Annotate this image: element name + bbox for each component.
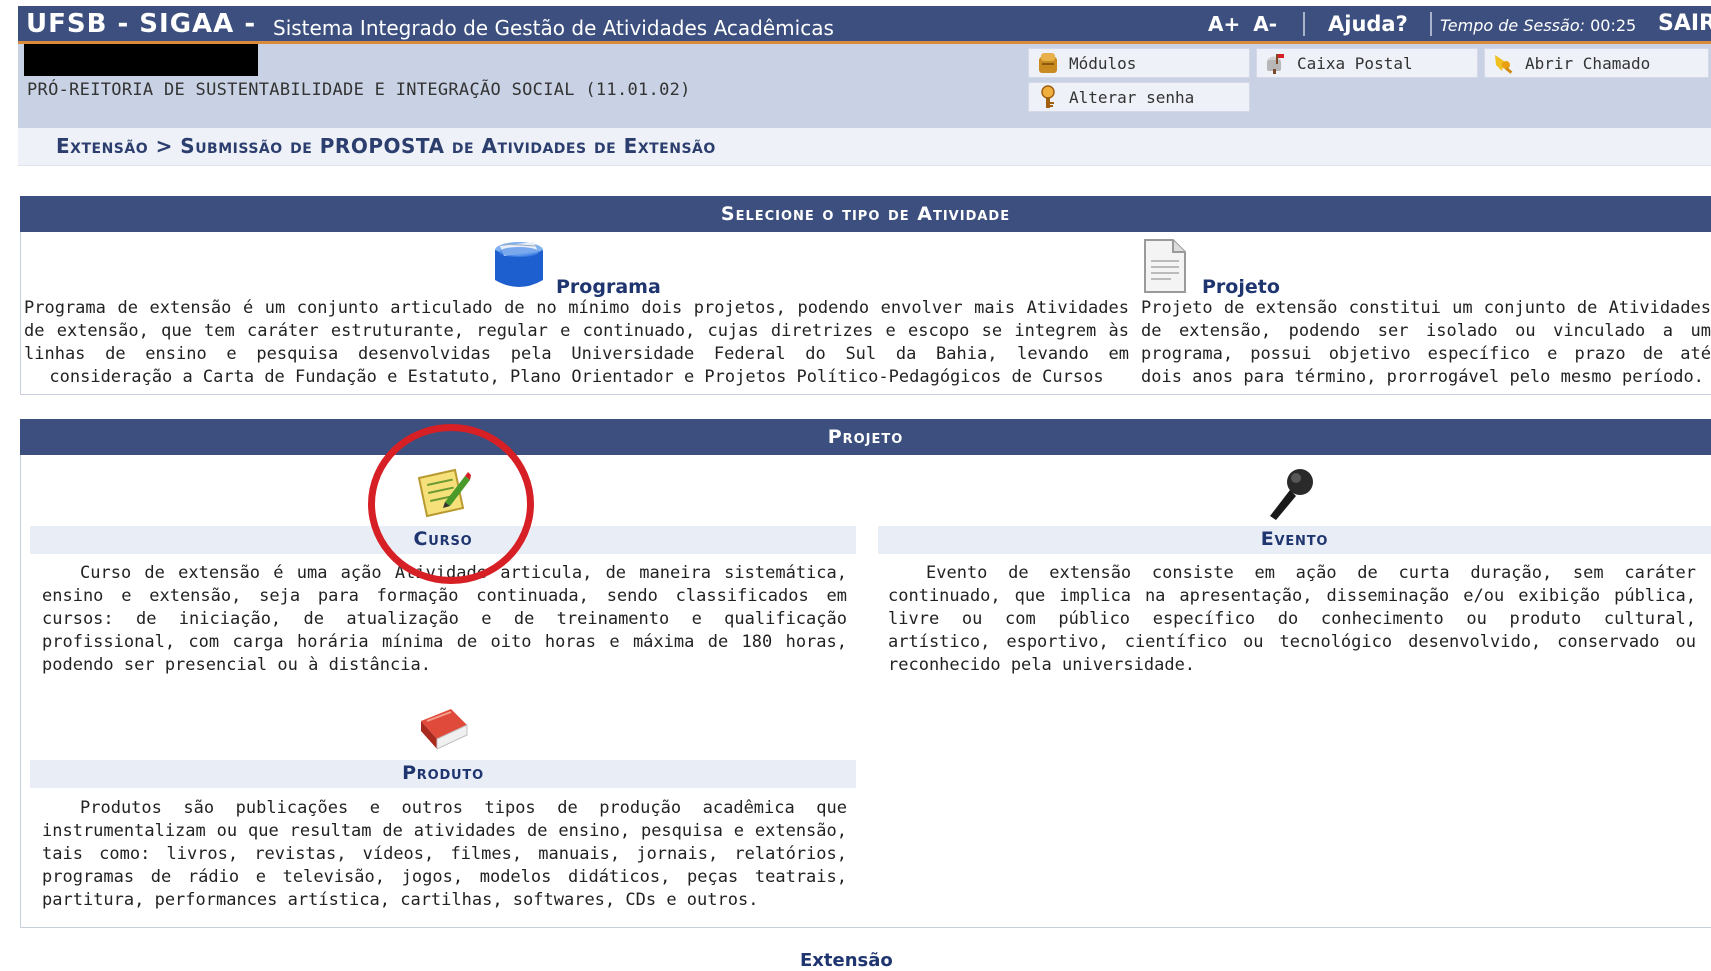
system-brand: UFSB - SIGAA - — [26, 9, 257, 39]
ticket-label: Abrir Chamado — [1525, 53, 1651, 73]
session-label: Tempo de Sessão: — [1440, 16, 1585, 35]
projeto-section-header: Projeto — [20, 419, 1711, 455]
mailbox-button[interactable]: Caixa Postal — [1256, 48, 1478, 78]
font-decrease-button[interactable]: A- — [1253, 12, 1277, 36]
modules-label: Módulos — [1069, 53, 1137, 73]
produto-link[interactable]: Produto — [30, 762, 856, 784]
help-link[interactable]: Ajuda? — [1328, 12, 1408, 36]
extensao-footer-link[interactable]: Extensão — [800, 950, 893, 971]
modules-icon — [1035, 50, 1061, 76]
programa-icon[interactable] — [490, 238, 548, 292]
breadcrumb-text: Extensão > Submissão de PROPOSTA de Ativ… — [56, 134, 716, 158]
curso-icon[interactable] — [415, 468, 471, 520]
evento-link[interactable]: Evento — [878, 528, 1711, 550]
session-time: 00:25 — [1590, 16, 1637, 35]
programa-description: Programa de extensão é um conjunto artic… — [24, 298, 1129, 387]
modules-button[interactable]: Módulos — [1028, 48, 1250, 78]
select-activity-header: Selecione o tipo de Atividade — [20, 196, 1711, 232]
breadcrumb: Extensão > Submissão de PROPOSTA de Ativ… — [18, 128, 1711, 166]
projeto-icon[interactable] — [1141, 238, 1189, 294]
mailbox-icon — [1263, 50, 1289, 76]
session-timer: Tempo de Sessão: 00:25 — [1440, 16, 1636, 35]
produto-description: Produtos são publicações e outros tipos … — [42, 798, 847, 910]
font-increase-button[interactable]: A+ — [1208, 12, 1240, 36]
open-ticket-button[interactable]: Abrir Chamado — [1484, 48, 1709, 78]
divider — [1303, 12, 1305, 36]
system-title: Sistema Integrado de Gestão de Atividade… — [273, 16, 834, 40]
change-password-label: Alterar senha — [1069, 87, 1195, 107]
mailbox-label: Caixa Postal — [1297, 53, 1413, 73]
programa-link[interactable]: Programa — [556, 276, 661, 298]
curso-link[interactable]: Curso — [30, 528, 856, 550]
change-password-button[interactable]: Alterar senha — [1028, 82, 1250, 112]
curso-description: Curso de extensão é uma ação Atividade a… — [42, 563, 847, 675]
redacted-user-name — [24, 44, 258, 76]
user-unit: PRÓ-REITORIA DE SUSTENTABILIDADE E INTEG… — [27, 80, 691, 100]
password-icon — [1035, 84, 1061, 110]
ticket-icon — [1491, 50, 1517, 76]
evento-icon[interactable] — [1262, 466, 1318, 522]
top-bar: UFSB - SIGAA - Sistema Integrado de Gest… — [18, 6, 1711, 44]
logout-link[interactable]: SAIR — [1658, 11, 1711, 36]
divider — [1430, 12, 1432, 36]
font-size-controls: A+ A- — [1208, 12, 1277, 36]
projeto-description: Projeto de extensão constitui um conjunt… — [1141, 298, 1711, 387]
projeto-link[interactable]: Projeto — [1202, 276, 1280, 298]
user-info-band: PRÓ-REITORIA DE SUSTENTABILIDADE E INTEG… — [18, 44, 1711, 128]
produto-icon[interactable] — [415, 703, 471, 753]
evento-description: Evento de extensão consiste em ação de c… — [888, 563, 1696, 675]
